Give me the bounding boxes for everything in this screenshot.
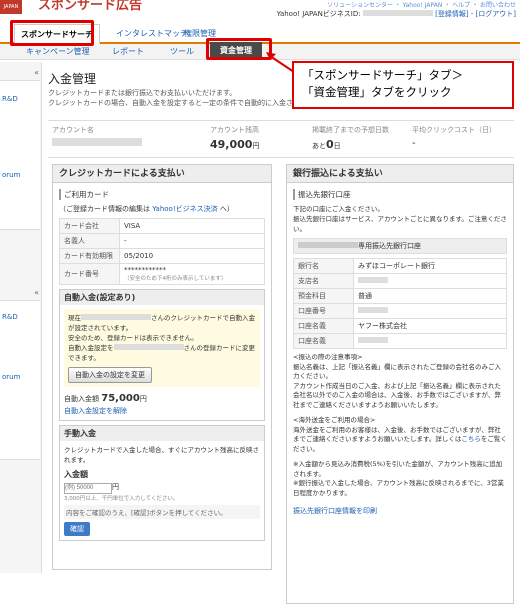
overseas-help-link[interactable]: こちら (461, 435, 481, 443)
summary-account: アカウント名 (52, 125, 142, 149)
confirm-text: 内容をご確認のうえ、[確認]ボタンを押してください。 (64, 504, 260, 519)
summary-cpc: 平均クリックコスト（日） - (412, 125, 496, 149)
credit-title: クレジットカードによる支払い (53, 165, 271, 183)
amount-input[interactable] (64, 482, 112, 494)
bank-intro: 下記の口座にご入金ください。 振込先銀行口座はサービス、アカウントごとに異なります… (293, 205, 507, 233)
page-title: 入金管理 (48, 72, 97, 86)
table-row: カード有効期限 05/2010 (59, 248, 265, 264)
cpc-label: 平均クリックコスト（日） (412, 126, 496, 134)
sidebar-panel-1: R&D orum (0, 80, 40, 230)
sidebar-item[interactable]: R&D (2, 313, 18, 321)
callout-line: 「スポンサードサーチ」タブ＞ (302, 68, 463, 82)
manual-title: 手動入金 (60, 426, 264, 441)
table-row: 口座番号 (293, 303, 507, 319)
callout-line: 「資金管理」タブをクリック (302, 85, 452, 99)
table-row: カード会社 VISA (59, 218, 265, 234)
sidebar-item[interactable]: orum (2, 373, 20, 381)
confirm-button[interactable]: 確認 (64, 521, 90, 536)
account-summary: アカウント名 アカウント残高 49,000円 掲載終了までの予想日数 あと0日 … (48, 120, 514, 158)
table-row: 支店名 (293, 273, 507, 289)
bank-notes: <振込の際の注意事項> 振込名義は、上記「振込名義」欄に表示されたご登録の会社名… (293, 353, 507, 497)
manual-text: クレジットカードで入金した場合、すぐにアカウント残高に反映されます。 (64, 446, 259, 464)
sidebar-item[interactable]: R&D (2, 95, 18, 103)
auto-message: 現在 さんのクレジットカードで自動入金が設定されています。 安全のため、登録カード… (64, 309, 260, 387)
credit-panel: クレジットカードによる支払い ご利用カード （ご登録カード情報の編集は Yaho… (52, 164, 272, 570)
days-value: あと0日 (312, 138, 341, 151)
account-name-label: アカウント名 (52, 126, 94, 134)
sidebar-panel-2: R&D orum (0, 300, 40, 460)
card-note: （ご登録カード情報の編集は Yahoo!ビジネス決済 へ） (59, 205, 234, 213)
balance-label: アカウント残高 (210, 126, 259, 134)
auto-amount: 自動入金額 75,000円 (64, 393, 147, 404)
table-row: 名義人 - (59, 233, 265, 249)
sidebar-item[interactable]: orum (2, 171, 20, 179)
amount-label: 入金額 (64, 470, 88, 479)
table-row: 口座名義 (293, 333, 507, 349)
amount-row: 円 3,000円以上、千円単位で入力してください。 (60, 482, 264, 502)
table-row: 口座名義 ヤフー株式会社 (293, 318, 507, 334)
collapse-icon[interactable]: « (34, 288, 39, 297)
table-row: 銀行名 みずほコーポレート銀行 (293, 258, 507, 274)
balance-value: 49,000円 (210, 138, 260, 151)
days-label: 掲載終了までの予想日数 (312, 126, 389, 134)
auto-deposit-box: 自動入金(設定あり) 現在 さんのクレジットカードで自動入金が設定されています。 … (59, 289, 265, 421)
left-sidebar: « R&D orum « R&D orum (0, 62, 42, 573)
summary-days: 掲載終了までの予想日数 あと0日 (312, 125, 389, 151)
cpc-value: - (412, 138, 416, 149)
bank-table: 銀行名 みずほコーポレート銀行 支店名 預金科目 普通 口座番号 口座名義 ヤフー株式… (293, 258, 507, 349)
cancel-auto-deposit-link[interactable]: 自動入金設定を解除 (60, 406, 264, 420)
bank-account-title: 専用振込先銀行口座 (293, 238, 507, 254)
bank-section-title: 振込先銀行口座 (293, 189, 513, 200)
collapse-icon[interactable]: « (34, 68, 39, 77)
callout-arrow (269, 55, 295, 73)
amount-note: 3,000円以上、千円単位で入力してください。 (64, 495, 179, 502)
table-row: カード番号 ************ （安全のため下4桁のみ表示しています） (59, 263, 265, 285)
card-section-title: ご利用カード (59, 189, 271, 200)
instruction-callout: 「スポンサードサーチ」タブ＞ 「資金管理」タブをクリック (292, 61, 514, 109)
bank-title: 銀行振込による支払い (287, 165, 513, 183)
card-number-note: （安全のため下4桁のみ表示しています） (124, 276, 227, 282)
manual-deposit-box: 手動入金 クレジットカードで入金した場合、すぐにアカウント残高に反映されます。 … (59, 425, 265, 541)
print-bank-info-link[interactable]: 振込先銀行口座情報を印刷 (293, 506, 507, 516)
biz-payment-link[interactable]: Yahoo!ビジネス決済 (152, 205, 217, 213)
summary-balance: アカウント残高 49,000円 (210, 125, 259, 151)
auto-title: 自動入金(設定あり) (60, 290, 264, 305)
card-table: カード会社 VISA 名義人 - カード有効期限 05/2010 カード番号 *****… (59, 218, 265, 285)
change-auto-deposit-button[interactable]: 自動入金の設定を変更 (68, 367, 152, 383)
table-row: 預金科目 普通 (293, 288, 507, 304)
account-name (52, 138, 142, 149)
bank-panel: 銀行振込による支払い 振込先銀行口座 下記の口座にご入金ください。 振込先銀行口座… (286, 164, 514, 604)
